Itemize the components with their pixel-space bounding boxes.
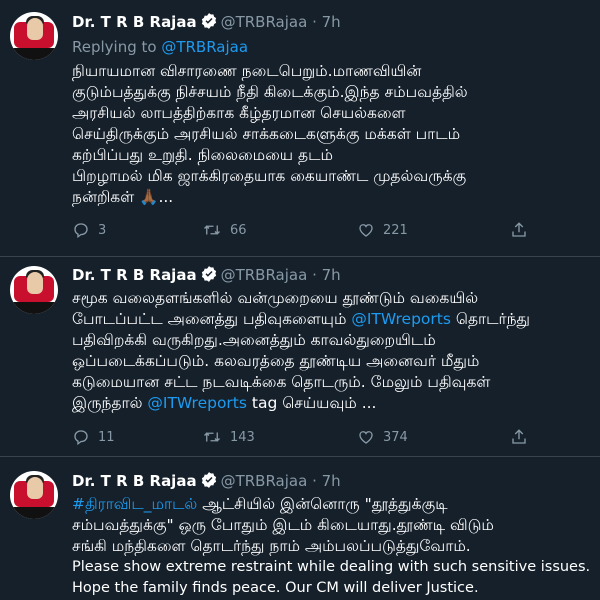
author-handle[interactable]: @TRBRajaa [221, 472, 308, 490]
tweet-header: Dr. T R B Rajaa @TRBRajaa · 7h [72, 12, 341, 35]
reply-count: 3 [98, 222, 107, 238]
tweet-line-text: tag செய்யவும் ... [246, 394, 377, 412]
tweet-line: Please show extreme restraint while deal… [72, 559, 591, 575]
retweet-count: 143 [230, 429, 255, 445]
author-name[interactable]: Dr. T R B Rajaa [72, 266, 197, 284]
tweet-line: ஒப்படைக்கப்படும். கலவரத்தை தூண்டிய அனைவர… [72, 352, 480, 370]
retweet-count: 66 [230, 222, 247, 238]
tweet-line: சங்கி மந்திகளை தொடர்ந்து நாம் அம்பலப்படு… [72, 537, 471, 555]
tweet-line-text: ஆட்சியில் இன்னொரு "தூத்துக்குடி [197, 495, 448, 513]
avatar[interactable] [10, 471, 58, 519]
share-button[interactable] [510, 428, 528, 446]
reply-button[interactable]: 11 [72, 428, 115, 446]
tweet-line: பிறழாமல் மிக ஜாக்கிரதையாக கையாண்ட முதல்வ… [72, 167, 467, 185]
retweet-icon [204, 225, 220, 235]
tweet-line-text: தொடர்ந்து [450, 310, 530, 328]
tweet-line: போடப்பட்ட அனைத்து பதிவுகளையும் @ITWrepor… [72, 309, 592, 330]
tweet-3[interactable]: Dr. T R B Rajaa @TRBRajaa · 7h #திராவிட_ம… [0, 457, 600, 600]
mention-link[interactable]: @ITWreports [147, 394, 247, 412]
tweet-line-text: இருந்தால் [72, 394, 148, 412]
heart-icon [359, 431, 373, 444]
tweet-line: அரசியல் லாபத்திற்காக கீழ்தரமான செயல்களை [72, 104, 406, 122]
tweet-text: சமூக வலைதளங்களில் வன்முறையை தூண்டும் வகை… [72, 288, 592, 414]
tweet-line: கற்பிப்பது உறுதி. நிலைமையை தடம் [72, 146, 333, 164]
tweet-line: சமூக வலைதளங்களில் வன்முறையை தூண்டும் வகை… [72, 289, 479, 307]
tweet-line: Hope the family finds peace. Our CM will… [72, 580, 479, 596]
share-icon [512, 429, 526, 444]
tweet-line-text: போடப்பட்ட அனைத்து பதிவுகளையும் [72, 310, 352, 328]
verified-badge-icon [200, 471, 218, 494]
author-name[interactable]: Dr. T R B Rajaa [72, 13, 197, 31]
verified-badge-icon [200, 12, 218, 35]
avatar[interactable] [10, 266, 58, 314]
reply-icon [74, 223, 88, 239]
author-handle[interactable]: @TRBRajaa [221, 13, 308, 31]
avatar-band [10, 302, 58, 314]
tweet-line: சம்பவத்துக்கு" ஒரு போதும் இடம் கிடையாது.… [72, 516, 494, 534]
mention-link[interactable]: @ITWreports [351, 310, 451, 328]
like-button[interactable]: 374 [357, 428, 408, 446]
tweet-line: நன்றிகள் 🙏🏾... [72, 188, 174, 206]
avatar-band [10, 507, 58, 519]
tweet-actions: 11 143 374 [72, 428, 552, 448]
hashtag-link[interactable]: #திராவிட_மாடல் [72, 495, 197, 513]
like-button[interactable]: 221 [357, 221, 408, 239]
timestamp[interactable]: · 7h [312, 472, 341, 490]
tweet-line: இருந்தால் @ITWreports tag செய்யவும் ... [72, 393, 592, 414]
reply-button[interactable]: 3 [72, 221, 106, 239]
tweet-line: பதிவிறக்கி வருகிறது.அனைத்தும் காவல்துறைய… [72, 331, 436, 349]
author-name[interactable]: Dr. T R B Rajaa [72, 472, 197, 490]
heart-icon [359, 224, 373, 237]
tweet-header: Dr. T R B Rajaa @TRBRajaa · 7h [72, 265, 341, 288]
timestamp[interactable]: · 7h [312, 266, 341, 284]
reply-count: 11 [98, 429, 115, 445]
tweet-line: கடுமையான சட்ட நடவடிக்கை தொடரும். மேலும் … [72, 373, 491, 391]
like-count: 374 [383, 429, 408, 445]
author-handle[interactable]: @TRBRajaa [221, 266, 308, 284]
avatar-face [27, 477, 43, 499]
tweet-1[interactable]: Dr. T R B Rajaa @TRBRajaa · 7h Replying t… [0, 0, 600, 256]
avatar-face [27, 18, 43, 40]
replying-to-link[interactable]: @TRBRajaa [161, 38, 248, 56]
avatar[interactable] [10, 12, 58, 60]
avatar-face [27, 272, 43, 294]
tweet-text: #திராவிட_மாடல் ஆட்சியில் இன்னொரு "தூத்து… [72, 494, 592, 599]
like-count: 221 [383, 222, 408, 238]
tweet-text: நியாயமான விசாரணை நடைபெறும்.மாணவியின் குட… [72, 61, 592, 208]
tweet-line: குடும்பத்துக்கு நிச்சயம் நீதி கிடைக்கும்… [72, 83, 468, 101]
timestamp[interactable]: · 7h [312, 13, 341, 31]
retweet-icon [204, 432, 220, 442]
tweet-header: Dr. T R B Rajaa @TRBRajaa · 7h [72, 471, 341, 494]
share-icon [512, 222, 526, 237]
retweet-button[interactable]: 143 [202, 428, 255, 446]
tweet-actions: 3 66 221 [72, 221, 552, 241]
tweet-2[interactable]: Dr. T R B Rajaa @TRBRajaa · 7h சமூக வலைதள… [0, 257, 600, 456]
avatar-band [10, 48, 58, 60]
replying-to: Replying to @TRBRajaa [72, 37, 248, 57]
tweet-line: செய்திருக்கும் அரசியல் சாக்கடைகளுக்கு மக… [72, 125, 461, 143]
verified-badge-icon [200, 265, 218, 288]
share-button[interactable] [510, 221, 528, 239]
tweet-line: #திராவிட_மாடல் ஆட்சியில் இன்னொரு "தூத்து… [72, 494, 592, 515]
retweet-button[interactable]: 66 [202, 221, 247, 239]
tweet-line: நியாயமான விசாரணை நடைபெறும்.மாணவியின் [72, 62, 422, 80]
replying-to-label: Replying to [72, 38, 162, 56]
reply-icon [74, 430, 88, 446]
